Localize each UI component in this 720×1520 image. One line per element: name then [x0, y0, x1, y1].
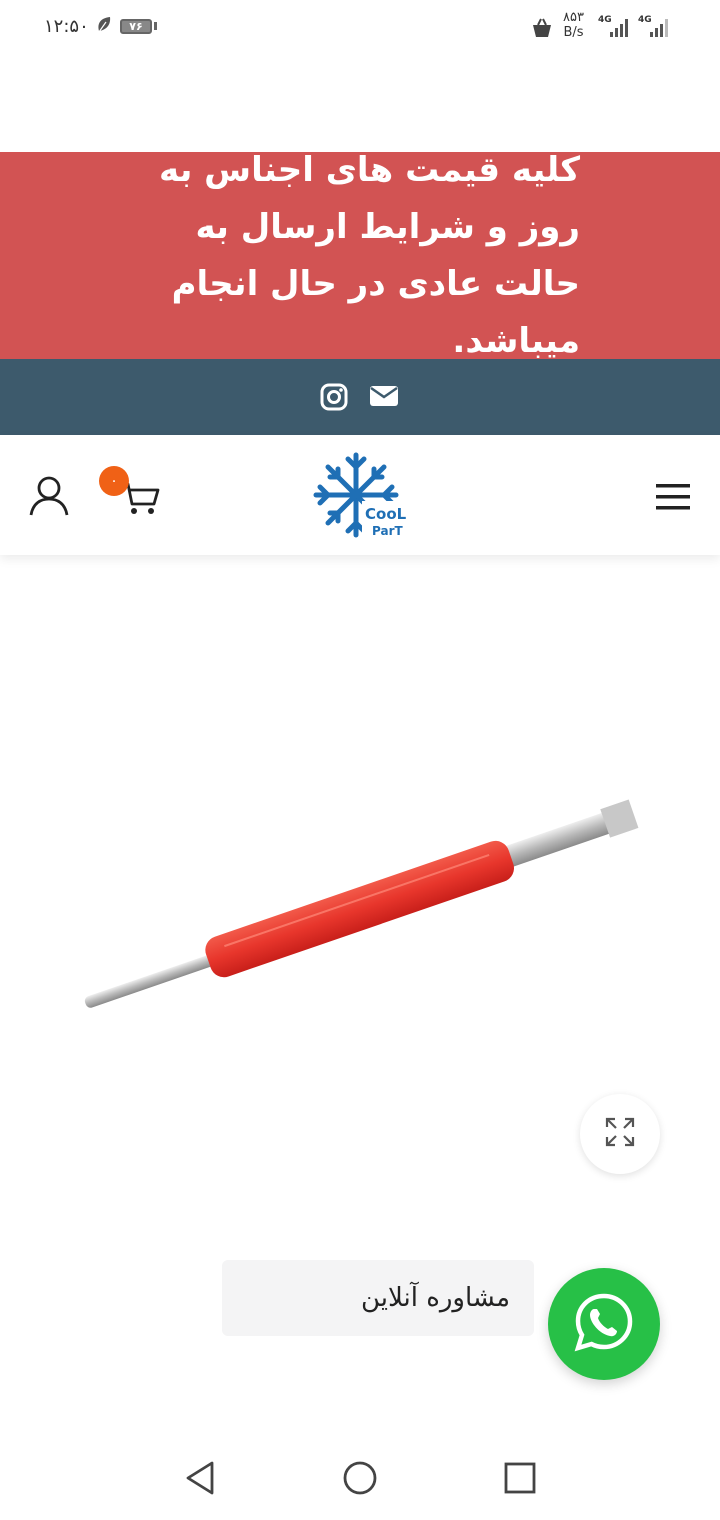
logo-text-line1: CooL — [365, 505, 407, 523]
system-nav-bar — [0, 1430, 720, 1520]
back-icon[interactable] — [184, 1460, 216, 1500]
logo-text-line2: ParT — [372, 524, 403, 538]
online-consultation-label-box[interactable]: مشاوره آنلاین — [222, 1260, 534, 1336]
site-logo[interactable]: CooL ParT — [310, 449, 410, 545]
site-header: ۰ CooL ParT — [0, 435, 720, 555]
user-account-icon[interactable] — [28, 475, 70, 521]
status-bar: ۱۲:۵۰ ۷۶ ۸۵۳ B/s 4G 4G — [0, 0, 720, 56]
signal-label: 4G — [598, 15, 612, 25]
signal-icon: 4G — [638, 15, 674, 44]
whatsapp-button[interactable] — [548, 1268, 660, 1380]
whatsapp-icon — [573, 1291, 635, 1357]
signal-label: 4G — [638, 15, 652, 25]
battery-tip — [154, 22, 157, 30]
network-speed: ۸۵۳ B/s — [563, 10, 584, 40]
speed-value: ۸۵۳ — [563, 10, 584, 25]
expand-icon — [604, 1116, 636, 1152]
promo-text: کلیه قیمت های اجناس به روز و شرایط ارسال… — [158, 149, 580, 361]
signal-icon: 4G — [598, 15, 634, 44]
shopping-bag-icon — [530, 16, 554, 45]
speed-unit: B/s — [563, 25, 584, 40]
leaf-icon — [96, 16, 112, 39]
status-time: ۱۲:۵۰ — [44, 16, 89, 37]
promo-banner: کلیه قیمت های اجناس به روز و شرایط ارسال… — [0, 150, 720, 361]
instagram-icon[interactable] — [320, 383, 348, 415]
hamburger-menu-icon[interactable] — [656, 483, 692, 515]
home-icon[interactable] — [342, 1460, 378, 1500]
cart-count-badge: ۰ — [99, 466, 129, 496]
zoom-button[interactable] — [580, 1094, 660, 1174]
social-bar — [0, 359, 720, 435]
online-consultation-label: مشاوره آنلاین — [360, 1283, 510, 1313]
battery-indicator: ۷۶ — [120, 19, 152, 34]
email-icon[interactable] — [369, 383, 399, 413]
recents-icon[interactable] — [504, 1460, 536, 1500]
product-image[interactable] — [60, 780, 660, 1044]
